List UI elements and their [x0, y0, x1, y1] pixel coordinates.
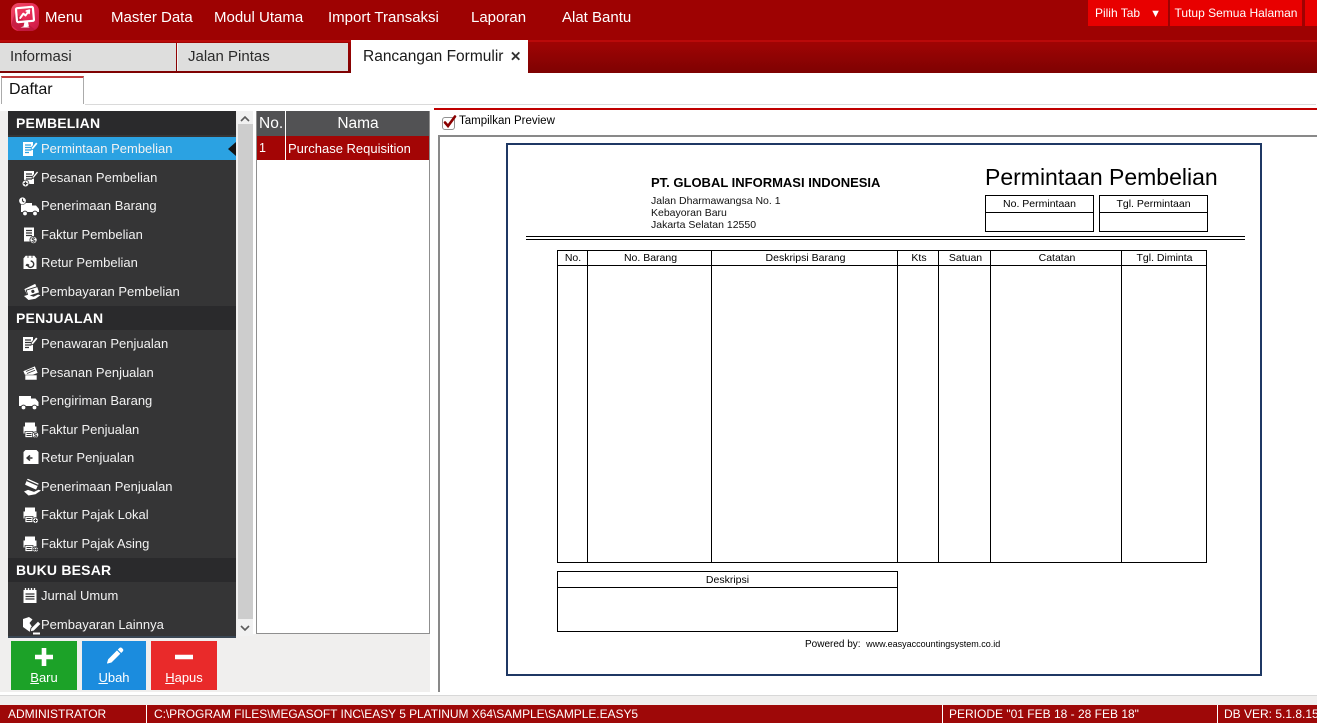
svg-text:$: $ [34, 432, 38, 439]
